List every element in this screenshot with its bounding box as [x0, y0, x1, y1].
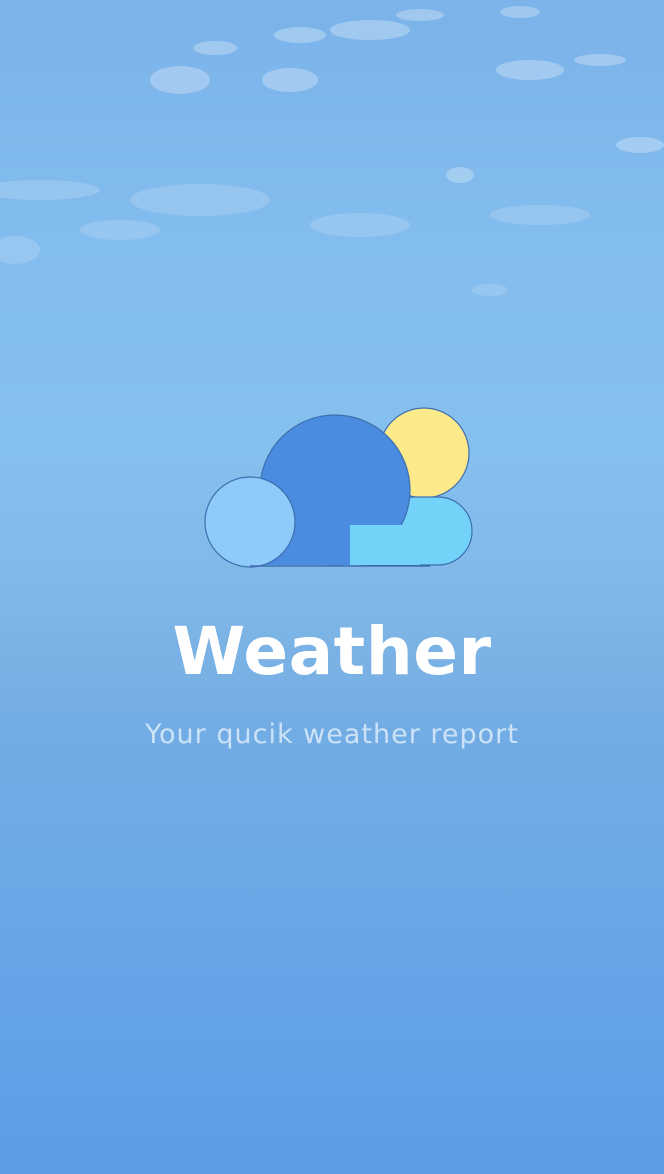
splash-screen: Weather Your qucik weather report: [0, 0, 664, 1174]
partly-cloudy-icon: [204, 407, 473, 568]
app-subtitle: Your qucik weather report: [145, 719, 519, 750]
sky-clouds-background: [0, 6, 664, 296]
small-cloud-shape: [204, 476, 296, 568]
app-title: Weather: [172, 613, 492, 690]
